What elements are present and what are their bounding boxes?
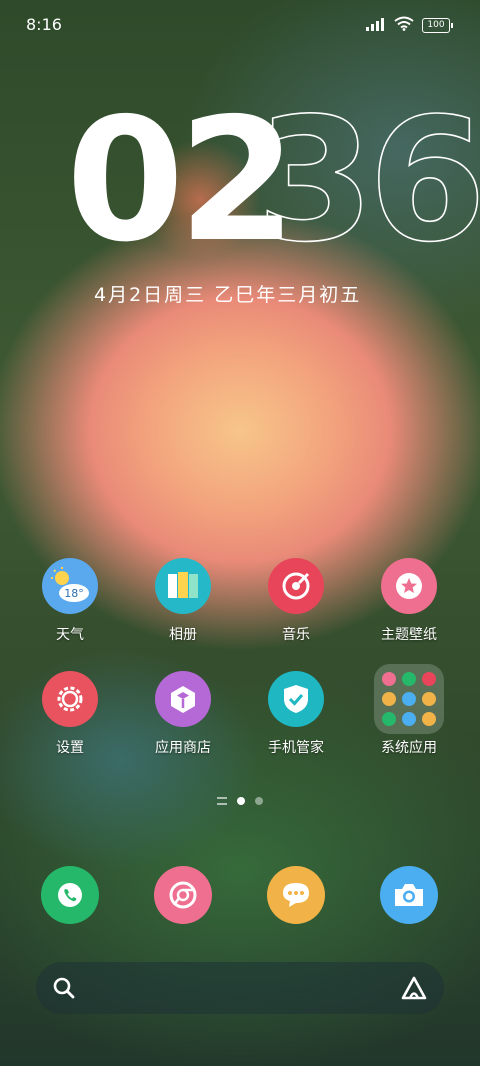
phone-icon [41, 866, 99, 924]
signal-icon [366, 16, 386, 35]
app-settings[interactable]: 设置 [15, 671, 125, 757]
status-bar: 8:16 100 [0, 0, 480, 48]
app-music[interactable]: 音乐 [241, 558, 351, 644]
weather-temp: 18° [64, 587, 84, 600]
app-store-icon [155, 671, 211, 727]
app-label: 设置 [56, 740, 84, 756]
theme-icon [381, 558, 437, 614]
mini-app-icon [422, 692, 436, 706]
mini-app-icon [422, 712, 436, 726]
date-line: 4月2日周三 乙巳年三月初五 [94, 284, 362, 306]
mini-app-icon [382, 692, 396, 706]
wifi-icon [394, 16, 414, 35]
camera-icon [380, 866, 438, 924]
security-icon [268, 671, 324, 727]
app-label: 音乐 [282, 627, 310, 643]
page-indicator[interactable] [0, 797, 480, 805]
dock-browser[interactable] [128, 866, 238, 924]
weather-icon: 18° [42, 558, 98, 614]
search-icon[interactable] [52, 976, 76, 1004]
mini-app-icon [422, 672, 436, 686]
app-label: 系统应用 [381, 740, 437, 756]
folder-icon [374, 664, 444, 734]
mini-app-icon [402, 712, 416, 726]
clock-minute: 36 [255, 82, 480, 280]
app-label: 手机管家 [268, 740, 324, 756]
app-weather[interactable]: 18° 天气 [15, 558, 125, 644]
message-icon [267, 866, 325, 924]
clock-widget[interactable]: 02 36 [66, 95, 480, 267]
mini-app-icon [402, 672, 416, 686]
app-folder-system[interactable]: 系统应用 [354, 664, 464, 757]
gallery-icon [155, 558, 211, 614]
battery-indicator: 100 [422, 18, 453, 33]
page-list-indicator[interactable] [217, 797, 227, 805]
page-dot-active[interactable] [237, 797, 245, 805]
dock-phone[interactable] [15, 866, 125, 924]
app-label: 应用商店 [155, 740, 211, 756]
dock-camera[interactable] [354, 866, 464, 924]
status-icons: 100 [366, 16, 453, 35]
page-dot[interactable] [255, 797, 263, 805]
assistant-icon[interactable] [400, 975, 428, 1005]
browser-icon [154, 866, 212, 924]
mini-app-icon [382, 712, 396, 726]
dock-messages[interactable] [241, 866, 351, 924]
status-time: 8:16 [26, 15, 62, 34]
mini-app-icon [382, 672, 396, 686]
app-security[interactable]: 手机管家 [241, 671, 351, 757]
app-gallery[interactable]: 相册 [128, 558, 238, 644]
app-label: 相册 [169, 627, 197, 643]
app-label: 主题壁纸 [381, 627, 437, 643]
app-theme[interactable]: 主题壁纸 [354, 558, 464, 644]
search-bar[interactable] [36, 962, 444, 1014]
app-label: 天气 [56, 627, 84, 643]
music-icon [268, 558, 324, 614]
settings-icon [42, 671, 98, 727]
mini-app-icon [402, 692, 416, 706]
app-store[interactable]: 应用商店 [128, 671, 238, 757]
